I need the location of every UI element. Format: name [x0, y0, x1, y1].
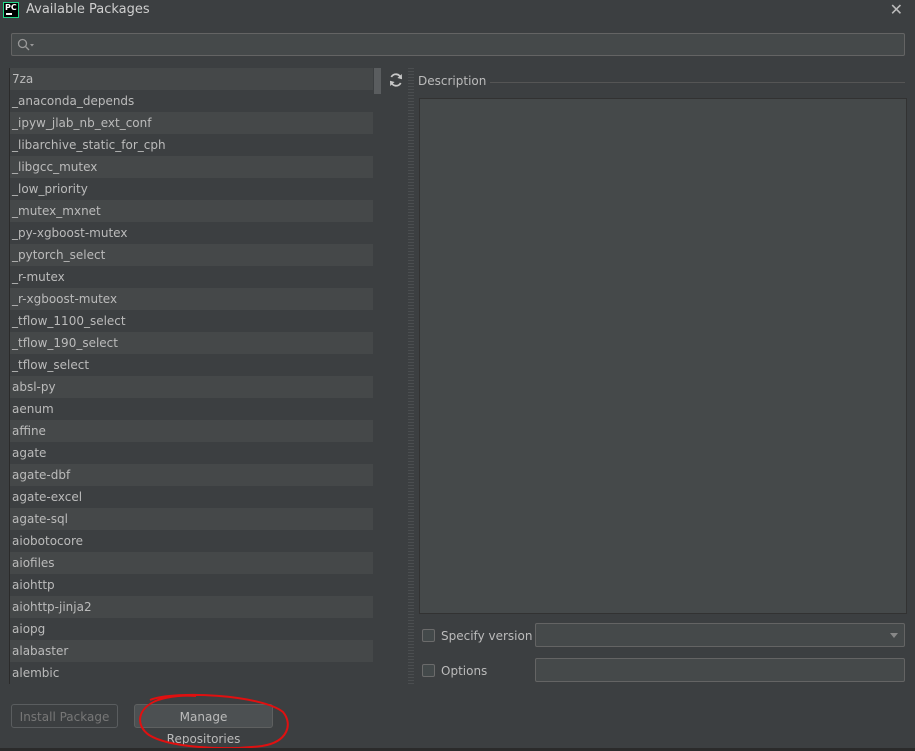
package-row[interactable]: _tflow_select [10, 354, 382, 376]
package-row[interactable]: _anaconda_depends [10, 90, 382, 112]
window-title: Available Packages [26, 2, 150, 17]
package-row[interactable]: aiobotocore [10, 530, 382, 552]
app-icon-bar [6, 13, 12, 15]
description-panel [419, 98, 907, 614]
package-row[interactable]: _mutex_mxnet [10, 200, 382, 222]
package-row[interactable]: _py-xgboost-mutex [10, 222, 382, 244]
package-row[interactable]: _tflow_1100_select [10, 310, 382, 332]
version-select[interactable] [535, 623, 905, 647]
install-package-button[interactable]: Install Package [11, 704, 118, 728]
package-row[interactable]: aiohttp [10, 574, 382, 596]
package-row[interactable]: _libarchive_static_for_cph [10, 134, 382, 156]
description-label: Description [418, 74, 487, 88]
package-row[interactable]: agate [10, 442, 382, 464]
manage-repositories-button[interactable]: Manage Repositories [134, 704, 273, 746]
package-row[interactable]: _ipyw_jlab_nb_ext_conf [10, 112, 382, 134]
chevron-down-icon [890, 633, 898, 638]
scrollbar-thumb[interactable] [374, 68, 381, 94]
pycharm-app-icon: PC [3, 2, 19, 18]
package-row[interactable]: _low_priority [10, 178, 382, 200]
search-input[interactable] [38, 36, 902, 55]
specify-version-label: Specify version [441, 629, 533, 643]
package-row[interactable]: 7za [10, 68, 382, 90]
options-label: Options [441, 664, 488, 678]
app-icon-text: PC [5, 3, 17, 12]
description-divider [490, 82, 905, 83]
search-field[interactable] [11, 33, 905, 56]
package-row[interactable]: aiopg [10, 618, 382, 640]
package-row[interactable]: aenum [10, 398, 382, 420]
package-list-scrollbar[interactable] [373, 68, 382, 684]
package-row[interactable]: alembic [10, 662, 382, 684]
package-row[interactable]: _r-xgboost-mutex [10, 288, 382, 310]
search-icon [17, 38, 34, 51]
package-list[interactable]: 7za _anaconda_depends _ipyw_jlab_nb_ext_co… [9, 68, 382, 684]
package-row[interactable]: alabaster [10, 640, 382, 662]
package-row[interactable]: _pytorch_select [10, 244, 382, 266]
options-input[interactable] [535, 658, 905, 682]
package-row[interactable]: agate-sql [10, 508, 382, 530]
title-bar: PC Available Packages ✕ [0, 0, 915, 22]
specify-version-checkbox[interactable] [422, 629, 435, 642]
close-icon[interactable]: ✕ [890, 0, 903, 19]
package-row[interactable]: _r-mutex [10, 266, 382, 288]
package-row[interactable]: _tflow_190_select [10, 332, 382, 354]
package-row[interactable]: aiofiles [10, 552, 382, 574]
package-row[interactable]: agate-dbf [10, 464, 382, 486]
package-row[interactable]: absl-py [10, 376, 382, 398]
package-row[interactable]: agate-excel [10, 486, 382, 508]
package-row[interactable]: aiohttp-jinja2 [10, 596, 382, 618]
panel-splitter[interactable] [408, 68, 414, 684]
refresh-icon[interactable] [387, 71, 405, 89]
package-row[interactable]: _libgcc_mutex [10, 156, 382, 178]
package-row[interactable]: affine [10, 420, 382, 442]
options-checkbox[interactable] [422, 664, 435, 677]
list-toolbar [383, 68, 409, 684]
